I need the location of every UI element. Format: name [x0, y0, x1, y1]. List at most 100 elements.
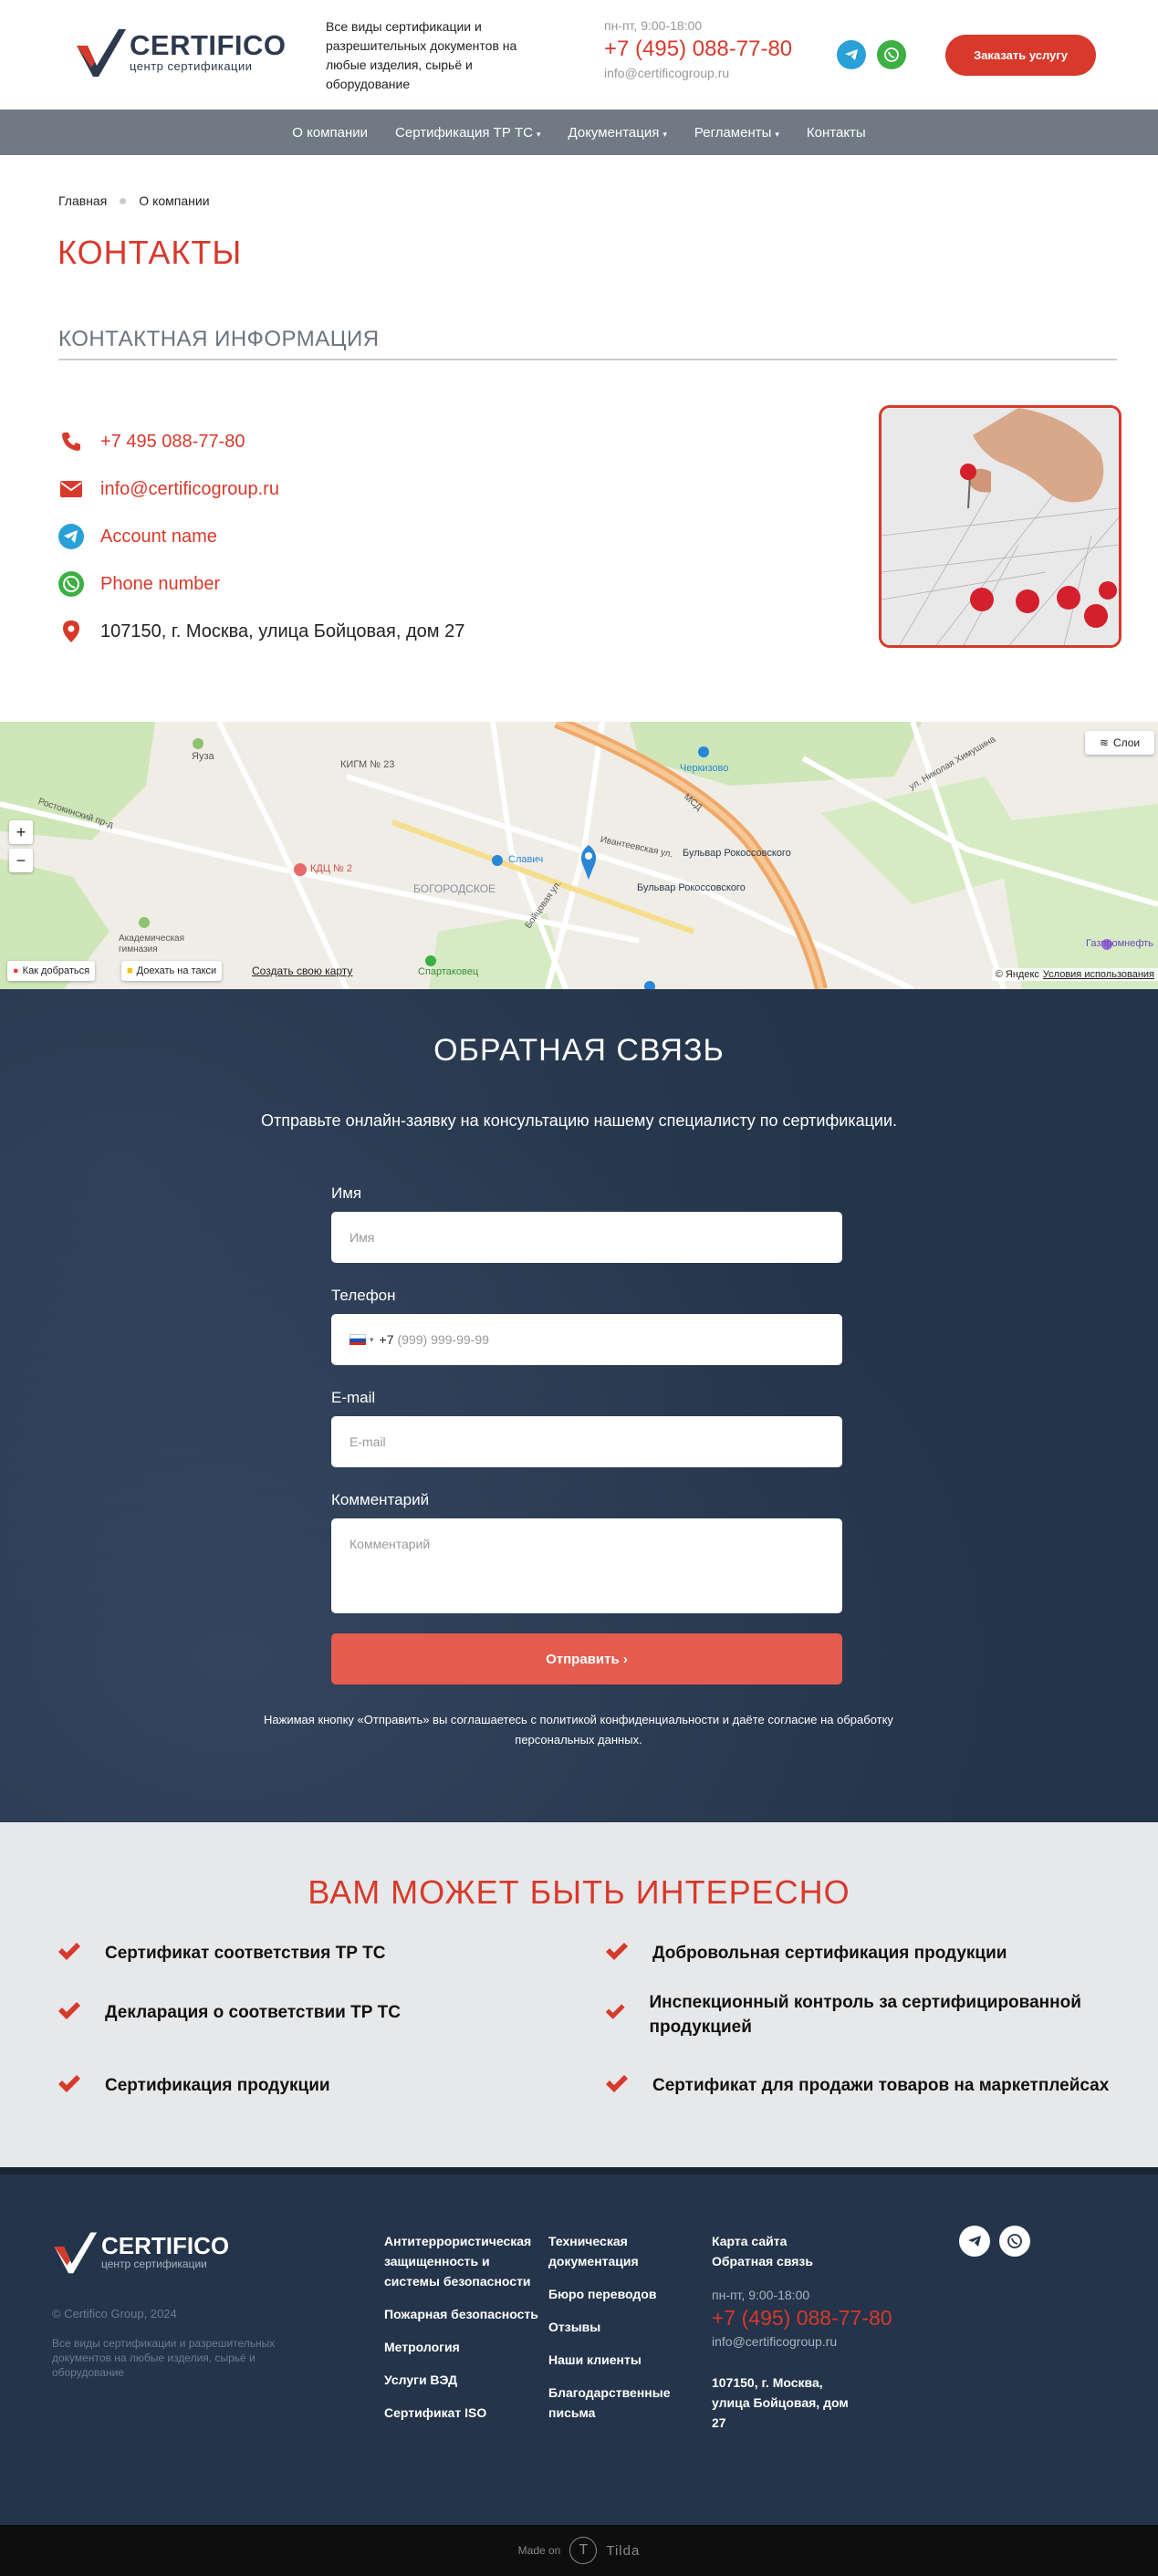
related-service-item[interactable]: Сертификация продукции [57, 2073, 569, 2098]
header-contacts: пн-пт, 9:00-18:00 +7 (495) 088-77-80 inf… [604, 18, 792, 80]
footer-link[interactable]: Услуги ВЭД [384, 2370, 539, 2390]
order-service-button[interactable]: Заказать услугу [945, 35, 1096, 76]
related-service-item[interactable]: Сертификат для продажи товаров на маркет… [605, 2073, 1116, 2098]
footer-logo-check-icon [54, 2232, 98, 2274]
footer-link[interactable]: Сертификат ISO [384, 2403, 539, 2423]
contact-telegram-row: Account name [58, 513, 464, 560]
logo-subtitle: центр сертификации [130, 58, 253, 73]
contact-whatsapp-row: Phone number [58, 560, 464, 608]
chevron-down-icon: ▾ [662, 129, 667, 139]
taxi-icon: ■ [127, 965, 133, 976]
footer-link[interactable]: Благодарственные письма [548, 2383, 685, 2423]
name-input[interactable]: Имя [331, 1212, 842, 1263]
footer-email-link[interactable]: info@certificogroup.ru [712, 2334, 913, 2349]
map-route-button[interactable]: ● Как добраться [7, 961, 96, 981]
footer-link[interactable]: Бюро переводов [548, 2284, 685, 2304]
footer-link[interactable]: Антитеррористическая защищенность и сист… [384, 2231, 539, 2291]
map-taxi-button[interactable]: ■ Доехать на такси [121, 961, 223, 981]
contact-phone-link[interactable]: +7 495 088-77-80 [100, 432, 245, 453]
telegram-icon[interactable] [959, 2226, 990, 2257]
tilda-name: Tilda [606, 2542, 641, 2559]
footer-phone-link[interactable]: +7 (495) 088-77-80 [712, 2306, 913, 2331]
logo-check-icon [77, 29, 126, 77]
header-email-link[interactable]: info@certificogroup.ru [604, 66, 792, 80]
tilda-made-on: Made on [517, 2544, 561, 2557]
contact-phone-row: +7 495 088-77-80 [58, 418, 464, 465]
footer-copyright: © Certifico Group, 2024 [52, 2307, 177, 2320]
map-label-akadem: Академическая гимназия [119, 933, 185, 954]
footer-link[interactable]: Обратная связь [712, 2251, 913, 2271]
location-pin-icon [58, 619, 84, 644]
create-map-link[interactable]: Создать свою карту [252, 965, 352, 977]
email-label: E-mail [331, 1389, 376, 1406]
checkmark-icon [606, 2075, 628, 2092]
country-dropdown-icon[interactable]: ▾ [370, 1335, 374, 1345]
yandex-map[interactable]: Яуза КИГМ № 23 Черкизово МСД КДЦ № 2 Сла… [0, 722, 1158, 989]
whatsapp-icon[interactable] [999, 2226, 1030, 2257]
nav-item-4[interactable]: Контакты [807, 125, 866, 141]
header-social [837, 40, 906, 69]
footer-link[interactable]: Техническая документация [548, 2231, 685, 2271]
map-label-yauza: Яуза [192, 751, 214, 762]
related-service-item[interactable]: Сертификат соответствия ТР ТС [57, 1941, 569, 1966]
footer-divider [0, 2167, 1158, 2174]
telegram-icon[interactable] [837, 40, 866, 69]
map-label-kigm: КИГМ № 23 [340, 759, 395, 770]
name-label: Имя [331, 1184, 362, 1202]
header-description: Все виды сертификации и разрешительных д… [326, 19, 517, 91]
main-nav: О компании Сертификация ТР ТС ▾ Документаци… [0, 110, 1158, 155]
phone-country-code: +7 [379, 1332, 394, 1347]
email-input[interactable]: E-mail [331, 1416, 842, 1467]
site-footer: CERTIFICO центр сертификации © Certifico… [0, 2174, 1158, 2525]
phone-input[interactable]: ▾ +7 (999) 999-99-99 [331, 1314, 842, 1365]
contact-address: 107150, г. Москва, улица Бойцовая, дом 2… [100, 621, 465, 641]
breadcrumb-separator [120, 197, 127, 204]
contact-whatsapp-link[interactable]: Phone number [100, 574, 220, 595]
footer-link[interactable]: Метрология [384, 2337, 539, 2357]
breadcrumb-home[interactable]: Главная [58, 193, 107, 208]
map-terms-link[interactable]: Условия использования [1043, 969, 1154, 980]
phone-label: Телефон [331, 1287, 396, 1304]
footer-logo[interactable]: CERTIFICO центр сертификации [52, 2229, 229, 2275]
feedback-subtitle: Отправьте онлайн-заявку на консультацию … [260, 1111, 898, 1130]
nav-item-3[interactable]: Регламенты ▾ [694, 125, 779, 141]
zoom-out-button[interactable]: − [9, 849, 33, 872]
related-service-item[interactable]: Декларация о соответствии ТР ТС [57, 2000, 569, 2025]
footer-col-3: Карта сайта Обратная связь пн-пт, 9:00-18… [712, 2231, 913, 2433]
tilda-badge[interactable]: Made on T Tilda [0, 2525, 1158, 2576]
comment-label: Комментарий [331, 1491, 430, 1508]
footer-logo-title: CERTIFICO [101, 2232, 230, 2259]
contact-section-title: КОНТАКТНАЯ ИНФОРМАЦИЯ [58, 327, 380, 351]
work-hours: пн-пт, 9:00-18:00 [604, 18, 703, 33]
contact-email-link[interactable]: info@certificogroup.ru [100, 479, 279, 500]
submit-button[interactable]: Отправить › [331, 1633, 842, 1684]
footer-link[interactable]: Пожарная безопасность [384, 2304, 539, 2324]
related-service-item[interactable]: Добровольная сертификация продукции [605, 1941, 1116, 1966]
map-label-spartakovec: Спартаковец [418, 966, 479, 977]
header-phone-link[interactable]: +7 (495) 088-77-80 [604, 37, 792, 62]
comment-textarea[interactable]: Комментарий [331, 1518, 842, 1613]
site-header: CERTIFICO центр сертификации Все виды се… [0, 0, 1158, 110]
nav-item-1[interactable]: Сертификация ТР ТС ▾ [395, 125, 541, 141]
feedback-section: ОБРАТНАЯ СВЯЗЬ Отправьте онлайн-заявку н… [0, 989, 1158, 1822]
footer-link[interactable]: Отзывы [548, 2317, 685, 2337]
contact-telegram-link[interactable]: Account name [100, 527, 217, 548]
map-label-bulvar-1: Бульвар Рокоссовского [683, 848, 791, 859]
related-service-item[interactable]: Инспекционный контроль за сертифицирован… [605, 1990, 1116, 2039]
whatsapp-icon[interactable] [877, 40, 906, 69]
map-label-bogorodskoe: БОГОРОДСКОЕ [413, 882, 496, 895]
zoom-in-button[interactable]: + [9, 820, 33, 844]
nav-item-0[interactable]: О компании [292, 125, 368, 141]
footer-link[interactable]: Наши клиенты [548, 2350, 685, 2370]
nav-item-2[interactable]: Документация ▾ [569, 125, 667, 141]
footer-link[interactable]: Карта сайта [712, 2231, 913, 2251]
footer-description: Все виды сертификации и разрешительных д… [52, 2337, 276, 2379]
chevron-down-icon: ▾ [775, 129, 779, 139]
footer-hours: пн-пт, 9:00-18:00 [712, 2288, 810, 2302]
phone-icon [58, 429, 84, 454]
footer-col-2: Техническая документация Бюро переводов От… [548, 2231, 685, 2435]
russia-flag-icon[interactable] [349, 1334, 366, 1345]
map-layers-button[interactable]: ≋ Слои [1085, 731, 1154, 755]
whatsapp-icon [58, 571, 84, 597]
logo[interactable]: CERTIFICO центр сертификации [75, 26, 287, 78]
